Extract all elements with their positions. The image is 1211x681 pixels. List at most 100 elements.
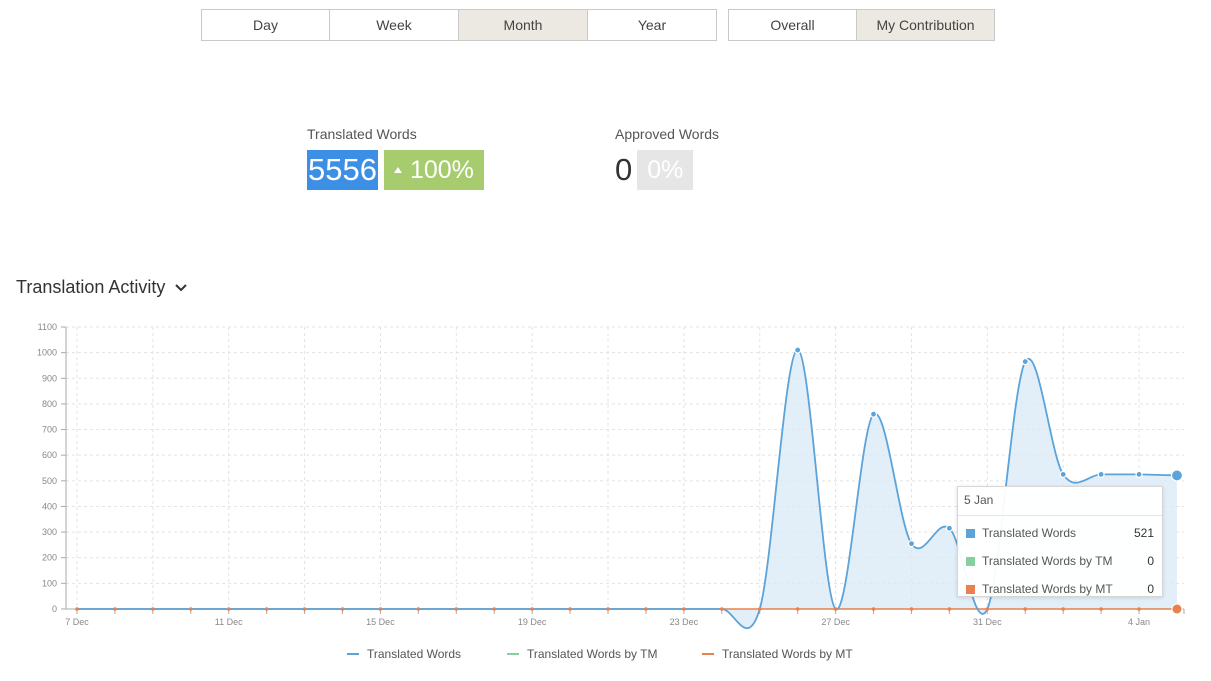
mt-point <box>606 607 610 611</box>
mt-point <box>757 607 762 611</box>
tooltip-row-label: Translated Words by MT <box>982 582 1113 596</box>
arrow-up-icon <box>393 167 402 173</box>
mt-point <box>75 607 79 611</box>
mt-point <box>1099 607 1103 611</box>
approved-change-value: 0% <box>647 156 684 184</box>
mt-point <box>871 607 876 611</box>
chevron-down-icon <box>175 283 188 291</box>
mt-point <box>302 607 307 611</box>
translated-change-value: 100% <box>409 156 474 184</box>
legend-label: Translated Words by TM <box>527 647 658 661</box>
mt-point <box>530 607 534 611</box>
translated-point <box>1059 470 1067 479</box>
x-tick-label: 15 Dec <box>366 617 395 627</box>
legend-label: Translated Words <box>367 647 462 661</box>
legend-item-tm[interactable]: Translated Words by TM <box>507 647 658 661</box>
legend-swatch <box>347 653 359 655</box>
mt-point <box>151 607 155 611</box>
mt-point <box>795 607 800 611</box>
y-tick-label: 500 <box>42 476 57 486</box>
y-tick-label: 600 <box>42 450 57 460</box>
tooltip-row-value: 0 <box>1147 582 1154 596</box>
y-tick-label: 200 <box>42 553 57 563</box>
tooltip-row-label: Translated Words <box>982 526 1077 540</box>
period-selector: Day Week Month Year <box>201 9 717 41</box>
mt-point <box>113 607 117 611</box>
x-tick-label: 27 Dec <box>821 617 850 627</box>
approved-change-badge: 0% <box>637 150 694 190</box>
translated-words-value: 5556 <box>307 150 378 190</box>
tooltip-row: Translated Words by TM 0 <box>958 547 1162 575</box>
legend-label: Translated Words by MT <box>722 647 853 661</box>
x-tick-label: 11 Dec <box>215 617 243 627</box>
mt-point <box>947 607 952 611</box>
y-tick-label: 300 <box>42 527 57 537</box>
tooltip-row: Translated Words 521 <box>958 519 1162 547</box>
chart-tooltip: 5 Jan Translated Words 521 Translated Wo… <box>957 486 1163 597</box>
translation-activity-dropdown[interactable]: Translation Activity <box>16 277 188 298</box>
x-tick-label: 7 Dec <box>65 617 89 627</box>
legend-item-mt[interactable]: Translated Words by MT <box>702 647 853 661</box>
y-tick-label: 1100 <box>38 322 57 332</box>
x-tick-label: 31 Dec <box>973 617 1002 627</box>
week-button[interactable]: Week <box>330 9 459 41</box>
translated-change-badge: 100% <box>383 150 484 190</box>
x-tick-label: 19 Dec <box>518 617 547 627</box>
mt-point <box>720 607 724 611</box>
mt-point <box>985 607 990 611</box>
legend-item-translated[interactable]: Translated Words <box>347 647 461 661</box>
series-color-square <box>966 528 975 538</box>
approved-words-label: Approved Words <box>615 126 720 142</box>
translated-point <box>945 524 953 532</box>
translated-point <box>794 346 802 354</box>
overall-button[interactable]: Overall <box>728 9 857 41</box>
scope-selector: Overall My Contribution <box>728 9 995 41</box>
translated-words-stat: Translated Words 5556 100% <box>307 126 484 190</box>
y-tick-label: 100 <box>42 578 57 588</box>
tooltip-row: Translated Words by MT 0 <box>958 575 1162 603</box>
translated-point <box>1170 469 1184 482</box>
mt-point <box>340 607 345 611</box>
x-tick-label: 4 Jan <box>1128 617 1150 627</box>
series-color-square <box>966 556 975 566</box>
tooltip-title: 5 Jan <box>958 487 1162 516</box>
mt-point <box>644 607 648 611</box>
legend-swatch <box>702 653 714 655</box>
mt-point <box>416 607 421 611</box>
tooltip-row-value: 0 <box>1147 554 1154 568</box>
mt-point <box>1023 607 1028 611</box>
y-tick-label: 0 <box>52 604 57 614</box>
year-button[interactable]: Year <box>588 9 717 41</box>
legend-swatch <box>507 653 519 655</box>
mt-point <box>454 607 459 611</box>
mt-point <box>378 607 383 611</box>
mt-point <box>568 607 572 611</box>
translated-words-label: Translated Words <box>307 126 417 142</box>
month-button[interactable]: Month <box>459 9 588 41</box>
series-color-square <box>966 584 975 594</box>
mt-point <box>492 607 497 611</box>
mt-point <box>682 607 686 611</box>
mt-point <box>1171 603 1183 615</box>
day-button[interactable]: Day <box>201 9 330 41</box>
translated-point <box>1135 470 1143 479</box>
mt-point <box>1061 607 1065 611</box>
mt-point <box>909 607 914 611</box>
y-tick-label: 800 <box>42 399 57 409</box>
y-tick-label: 900 <box>42 373 57 383</box>
approved-words-stat: Approved Words 0 0% <box>615 126 719 190</box>
mt-point <box>1137 607 1141 611</box>
tooltip-row-value: 521 <box>1133 526 1154 540</box>
approved-words-value: 0 <box>615 152 633 187</box>
my-contribution-button[interactable]: My Contribution <box>857 9 995 41</box>
mt-point <box>226 607 231 611</box>
translated-point <box>907 540 916 548</box>
section-title: Translation Activity <box>16 277 166 297</box>
x-tick-label: 23 Dec <box>670 617 699 627</box>
mt-point <box>188 607 193 611</box>
mt-point <box>264 607 269 611</box>
translated-point <box>1021 358 1029 366</box>
translated-point <box>869 410 878 418</box>
tooltip-row-label: Translated Words by TM <box>982 554 1113 568</box>
mt-point <box>833 607 838 611</box>
